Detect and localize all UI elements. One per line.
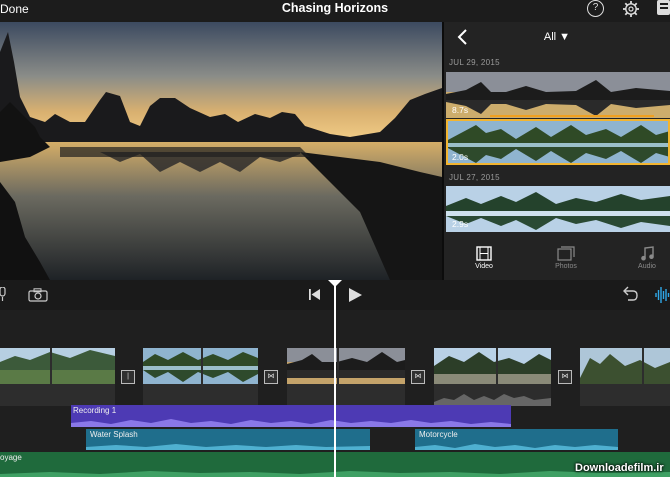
- audio-waveform: [415, 444, 618, 450]
- tab-label: Photos: [555, 263, 577, 270]
- track-label: oyage: [0, 453, 22, 462]
- timeline-clip[interactable]: [287, 348, 405, 406]
- clip-used-indicator: [490, 115, 654, 117]
- track-label: Motorcycle: [419, 430, 458, 439]
- media-clip[interactable]: 2.9s: [446, 186, 670, 232]
- date-header: JUL 29, 2015: [449, 58, 500, 67]
- track-label: Recording 1: [73, 406, 117, 415]
- timeline-clip[interactable]: [0, 348, 115, 406]
- clip-duration: 2.0s: [452, 152, 469, 162]
- help-icon[interactable]: ?: [587, 0, 604, 17]
- sound-effect-track[interactable]: Water Splash: [86, 429, 370, 450]
- clip-duration: 2.9s: [452, 219, 469, 229]
- transition-icon[interactable]: ⋈: [411, 370, 425, 384]
- playhead[interactable]: [334, 283, 336, 477]
- music-note-icon: [641, 246, 654, 261]
- sound-effect-track[interactable]: Motorcycle: [415, 429, 618, 450]
- tab-video[interactable]: Video: [459, 246, 509, 270]
- transition-icon[interactable]: ⋈: [558, 370, 572, 384]
- film-icon: [476, 246, 492, 261]
- media-clip[interactable]: 8.7s: [446, 72, 670, 118]
- media-tabs: Video Photos Audio: [444, 244, 670, 280]
- top-bar: Done Chasing Horizons ?: [0, 0, 670, 22]
- camera-icon[interactable]: [28, 288, 48, 302]
- track-label: Water Splash: [90, 430, 138, 439]
- project-title: Chasing Horizons: [281, 1, 389, 15]
- tab-photos[interactable]: Photos: [541, 246, 591, 270]
- clip-duration: 8.7s: [452, 105, 469, 115]
- microphone-icon[interactable]: [0, 287, 7, 301]
- video-viewer[interactable]: [0, 22, 442, 280]
- timeline-clip[interactable]: [143, 348, 258, 406]
- tab-label: Audio: [638, 263, 656, 270]
- transition-icon[interactable]: ⋈: [264, 370, 278, 384]
- audio-waveform-icon[interactable]: [655, 286, 670, 304]
- gear-icon[interactable]: [622, 0, 640, 18]
- transition-icon[interactable]: |: [121, 370, 135, 384]
- voiceover-track[interactable]: Recording 1: [71, 405, 511, 427]
- media-browser: All ▼ JUL 29, 2015 8.7s 2.0s JUL 27, 201…: [444, 22, 670, 280]
- play-icon[interactable]: [348, 288, 362, 302]
- timeline-clip[interactable]: [580, 348, 670, 406]
- media-clip-selected[interactable]: 2.0s: [446, 119, 670, 165]
- undo-icon[interactable]: [620, 286, 638, 302]
- date-header: JUL 27, 2015: [449, 173, 500, 182]
- tab-label: Video: [475, 263, 493, 270]
- audio-waveform: [86, 444, 370, 450]
- audio-waveform: [71, 419, 511, 427]
- project-settings-icon[interactable]: [657, 0, 670, 15]
- photos-icon: [557, 246, 575, 261]
- watermark: Downloadefilm.ir: [575, 462, 664, 474]
- media-filter-dropdown[interactable]: All ▼: [444, 31, 670, 43]
- viewer-frame-image: [0, 22, 442, 280]
- timeline-clip[interactable]: [434, 348, 551, 406]
- tab-audio[interactable]: Audio: [622, 246, 670, 270]
- skip-to-start-icon[interactable]: [309, 289, 321, 300]
